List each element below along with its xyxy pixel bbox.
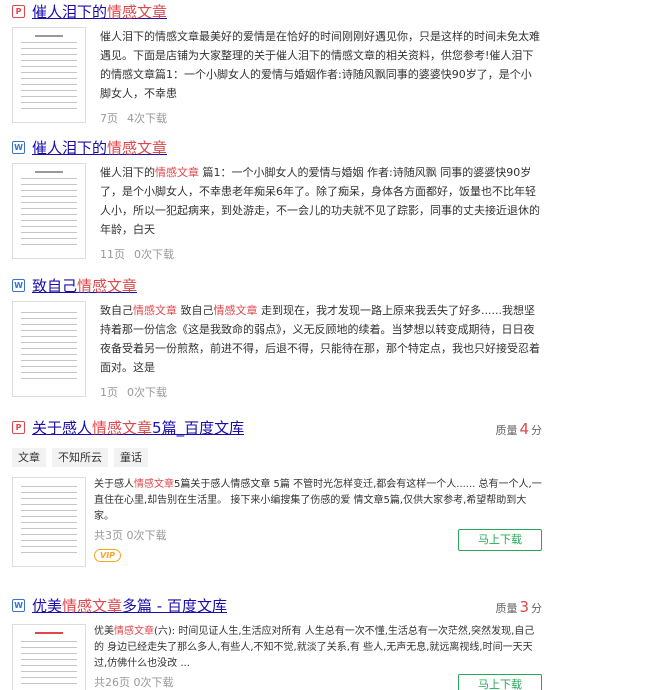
result-description: 催人泪下的情感文章最美好的爱情是在恰好的时间刚刚好遇见你，只是这样的时间未免太难… [100, 30, 540, 100]
result-4: P 关于感人情感文章5篇_百度文库 质量 4 分 文章 不知所云 童话 关于感人情感… [12, 416, 542, 567]
download-button[interactable]: 马上下载 [458, 529, 542, 551]
result-title-link[interactable]: 致自己情感文章 [32, 275, 137, 296]
download-button[interactable]: 马上下载 [458, 674, 542, 690]
pdf-icon: P [12, 4, 25, 18]
result-3: W 致自己情感文章 致自己情感文章 致自己情感文章 走到现在，我才发现一路上原来… [12, 274, 542, 400]
document-thumbnail[interactable] [12, 477, 86, 567]
word-icon: W [12, 140, 25, 154]
vip-badge: VIP [94, 549, 122, 562]
result-meta: 1页 0次下载 [100, 386, 167, 399]
word-icon: W [12, 598, 25, 612]
document-thumbnail[interactable] [12, 163, 86, 259]
document-thumbnail[interactable] [12, 27, 86, 123]
document-thumbnail[interactable] [12, 301, 86, 397]
tag[interactable]: 不知所云 [52, 448, 108, 467]
quality-score: 质量 4 分 [495, 420, 542, 438]
result-1: P 催人泪下的情感文章 催人泪下的情感文章最美好的爱情是在恰好的时间刚刚好遇见你… [12, 0, 542, 126]
result-meta: 11页 0次下载 [100, 248, 174, 261]
result-description: 致自己情感文章 致自己情感文章 走到现在，我才发现一路上原来我丢失了好多....… [100, 304, 540, 374]
pdf-icon: P [12, 420, 25, 434]
result-title-link[interactable]: 催人泪下的情感文章 [32, 1, 167, 22]
document-thumbnail[interactable] [12, 624, 86, 690]
tag-list: 文章 不知所云 童话 [12, 448, 542, 467]
result-2: W 催人泪下的情感文章 催人泪下的情感文章 篇1：一个小脚女人的爱情与婚姻 作者… [12, 136, 542, 262]
tag[interactable]: 童话 [114, 448, 148, 467]
result-description: 催人泪下的情感文章 篇1：一个小脚女人的爱情与婚姻 作者:诗随风飘 同事的婆婆快… [100, 166, 540, 236]
result-description: 关于感人情感文章5篇关于感人情感文章 5篇 不管时光怎样变迁,都会有这样一个人.… [94, 479, 542, 522]
result-description: 优美情感文章(六): 时间见证人生,生活应对所有 人生总有一次不懂,生活总有一次… [94, 626, 535, 669]
word-icon: W [12, 278, 25, 292]
result-5: W 优美情感文章多篇 - 百度文库 质量 3 分 优美情感文章(六): 时间见证人生… [12, 594, 542, 690]
result-title-link[interactable]: 催人泪下的情感文章 [32, 137, 167, 158]
result-title-link[interactable]: 优美情感文章多篇 - 百度文库 [32, 595, 227, 616]
quality-score: 质量 3 分 [495, 598, 542, 616]
result-meta: 7页 4次下载 [100, 112, 167, 125]
result-title-link[interactable]: 关于感人情感文章5篇_百度文库 [32, 417, 244, 438]
tag[interactable]: 文章 [12, 448, 46, 467]
